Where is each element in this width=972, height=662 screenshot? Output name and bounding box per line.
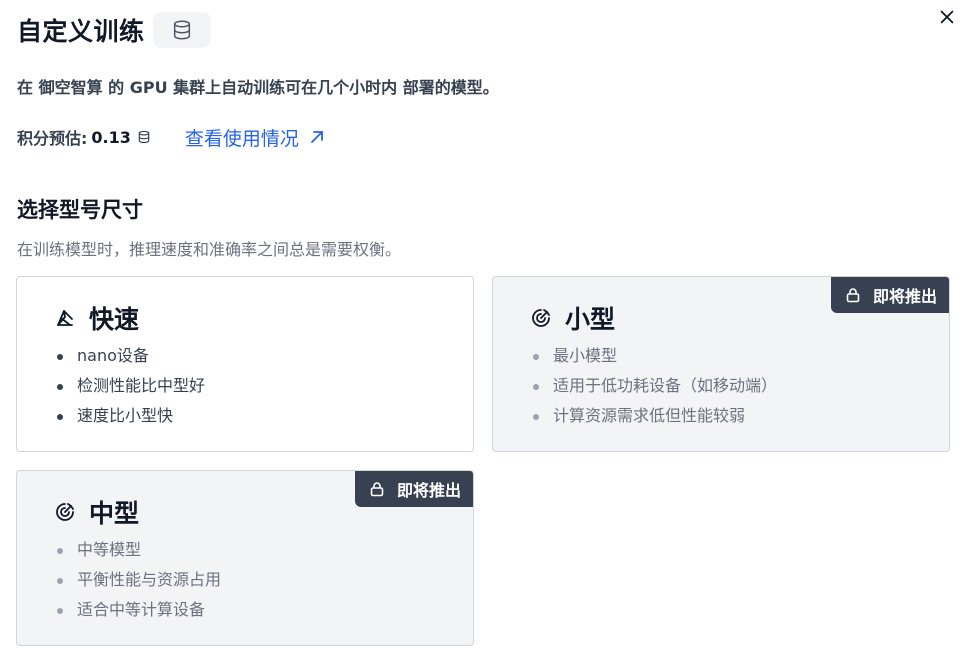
external-arrow-icon	[311, 131, 323, 143]
model-card-small: 即将推出 小型 最小模型 适用于低功耗设备（如移动端） 计算资源需求低但性能较弱	[492, 276, 950, 452]
feature-item: nano设备	[55, 341, 205, 371]
feature-item: 速度比小型快	[55, 401, 205, 431]
feature-item: 计算资源需求低但性能较弱	[531, 401, 777, 431]
feature-item: 适合中等计算设备	[55, 595, 221, 625]
card-header: 小型	[531, 303, 616, 334]
dataset-chip	[152, 12, 211, 48]
view-usage-link[interactable]: 查看使用情况	[185, 124, 325, 151]
card-title: 中型	[89, 499, 140, 528]
feature-item: 中等模型	[55, 535, 221, 565]
feature-item: 检测性能比中型好	[55, 371, 205, 401]
credits-label: 积分预估:	[17, 129, 88, 148]
card-header: 快速	[55, 303, 140, 334]
model-card-medium: 即将推出 中型 中等模型 平衡性能与资源占用 适合中等计算设备	[16, 470, 474, 646]
dialog-subtitle: 在 御空智算 的 GPU 集群上自动训练可在几个小时内 部署的模型。	[17, 78, 499, 97]
model-size-icon	[532, 309, 550, 327]
credits-database-icon	[137, 130, 151, 144]
fast-model-icon	[57, 310, 73, 326]
card-title: 快速	[89, 305, 140, 334]
coming-soon-badge: 即将推出	[354, 471, 473, 507]
section-title: 选择型号尺寸	[17, 198, 143, 222]
dialog-header: 自定义训练	[17, 12, 211, 48]
lock-icon	[846, 288, 860, 303]
close-button[interactable]	[936, 6, 958, 28]
credits-value: 0.13	[91, 127, 131, 147]
card-title: 小型	[565, 305, 616, 334]
credits-row: 积分预估: 0.13 查看使用情况	[17, 124, 325, 150]
database-icon	[173, 20, 190, 40]
close-icon	[940, 10, 954, 24]
badge-label: 即将推出	[396, 481, 461, 500]
model-card-fast[interactable]: 快速 nano设备 检测性能比中型好 速度比小型快	[16, 276, 474, 452]
badge-label: 即将推出	[872, 287, 937, 306]
coming-soon-badge: 即将推出	[830, 277, 949, 313]
model-size-icon	[56, 503, 74, 521]
feature-item: 最小模型	[531, 341, 777, 371]
feature-list: 最小模型 适用于低功耗设备（如移动端） 计算资源需求低但性能较弱	[531, 341, 777, 431]
lock-icon	[370, 482, 384, 497]
feature-list: 中等模型 平衡性能与资源占用 适合中等计算设备	[55, 535, 221, 625]
feature-item: 适用于低功耗设备（如移动端）	[531, 371, 777, 401]
section-description: 在训练模型时，推理速度和准确率之间总是需要权衡。	[17, 240, 402, 259]
feature-list: nano设备 检测性能比中型好 速度比小型快	[55, 341, 205, 431]
card-header: 中型	[55, 497, 140, 528]
feature-item: 平衡性能与资源占用	[55, 565, 221, 595]
view-usage-label: 查看使用情况	[184, 127, 299, 150]
dialog-title: 自定义训练	[17, 17, 145, 46]
